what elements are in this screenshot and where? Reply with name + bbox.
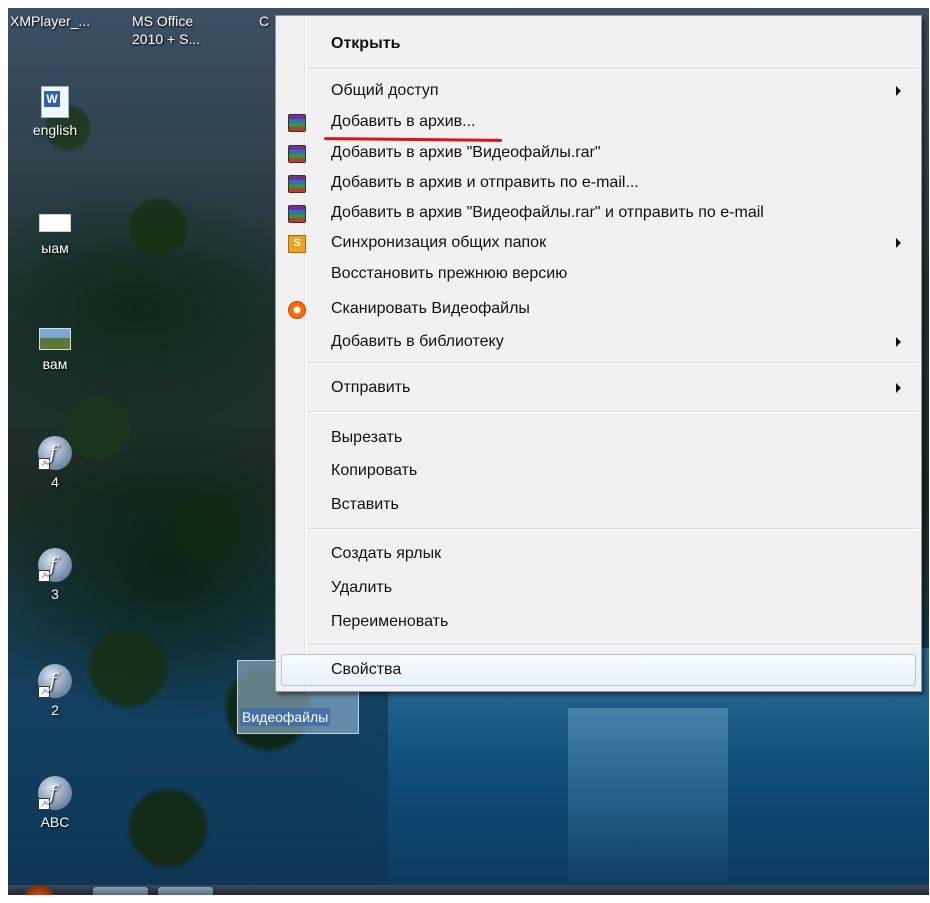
menu-separator xyxy=(308,411,918,413)
blank-file-icon xyxy=(39,214,71,232)
menu-item-label: Добавить в архив "Видеофайлы.rar" и отпр… xyxy=(331,204,764,221)
selected-folder-label[interactable]: Видеофайлы xyxy=(240,708,331,726)
menu-item-label: Копировать xyxy=(331,462,418,479)
menu-separator xyxy=(308,68,918,70)
menu-item-label: Удалить xyxy=(331,579,393,596)
desktop-icon-yam[interactable]: ыам xyxy=(20,208,90,256)
desktop-icon-label: ABC xyxy=(40,814,70,830)
taskbar-button[interactable] xyxy=(93,887,148,895)
menu-item-label: Создать ярлык xyxy=(331,545,442,562)
menu-item-delete[interactable]: Удалить xyxy=(276,574,921,602)
menu-item-add-to-archive[interactable]: Добавить в архив... xyxy=(276,108,921,136)
flash-shortcut-icon: ↗ xyxy=(38,436,72,470)
desktop-icon-label-msoffice[interactable]: MS Office xyxy=(132,12,193,30)
desktop-icon-3[interactable]: ↗ 3 xyxy=(20,548,90,602)
desktop-icon-label-partial[interactable]: C xyxy=(259,12,269,30)
menu-item-label: Добавить в архив "Видеофайлы.rar" xyxy=(331,144,601,161)
winrar-icon xyxy=(288,114,306,132)
shortcut-arrow-icon: ↗ xyxy=(38,570,50,582)
desktop-icon-label: ыам xyxy=(41,240,69,256)
menu-item-cut[interactable]: Вырезать xyxy=(276,424,921,452)
menu-item-restore-previous-version[interactable]: Восстановить прежнюю версию xyxy=(276,260,921,288)
menu-item-send-to[interactable]: Отправить xyxy=(276,374,921,402)
desktop-icon-english[interactable]: english xyxy=(20,86,90,138)
desktop-icon-label: вам xyxy=(42,356,68,372)
menu-item-scan[interactable]: Сканировать Видеофайлы xyxy=(276,295,921,323)
menu-item-open[interactable]: Открыть xyxy=(276,30,921,58)
menu-item-label: Восстановить прежнюю версию xyxy=(331,265,568,282)
antivirus-scan-icon xyxy=(288,301,306,319)
menu-item-label: Добавить в архив... xyxy=(331,113,476,130)
menu-item-share[interactable]: Общий доступ xyxy=(276,77,921,105)
submenu-arrow-icon xyxy=(896,86,901,96)
menu-item-label: Вставить xyxy=(331,496,399,513)
shortcut-arrow-icon: ↗ xyxy=(38,686,50,698)
word-document-icon xyxy=(41,86,69,118)
menu-item-named-archive-and-email[interactable]: Добавить в архив "Видеофайлы.rar" и отпр… xyxy=(276,199,921,227)
desktop-icon-label-msoffice-line2[interactable]: 2010 + S... xyxy=(132,30,200,48)
menu-item-paste[interactable]: Вставить xyxy=(276,491,921,519)
flash-shortcut-icon: ↗ xyxy=(38,664,72,698)
menu-item-label: Добавить в архив и отправить по e-mail..… xyxy=(331,174,639,191)
submenu-arrow-icon xyxy=(896,383,901,393)
menu-item-label: Сканировать Видеофайлы xyxy=(331,300,530,317)
image-file-icon xyxy=(39,328,71,350)
menu-separator xyxy=(308,528,918,530)
menu-item-label: Открыть xyxy=(331,35,401,52)
submenu-arrow-icon xyxy=(896,238,901,248)
desktop-icon-label-xmplayer[interactable]: XMPlayer_... xyxy=(10,12,90,30)
desktop-icon-4[interactable]: ↗ 4 xyxy=(20,436,90,490)
desktop-icon-vam[interactable]: вам xyxy=(20,322,90,372)
winrar-icon xyxy=(288,175,306,193)
menu-item-label: Свойства xyxy=(331,661,402,678)
menu-item-archive-and-email[interactable]: Добавить в архив и отправить по e-mail..… xyxy=(276,169,921,197)
flash-shortcut-icon: ↗ xyxy=(38,776,72,810)
desktop-icon-label: 4 xyxy=(51,474,59,490)
wallpaper-light xyxy=(568,708,728,895)
menu-item-label: Добавить в библиотеку xyxy=(331,333,504,350)
shortcut-arrow-icon: ↗ xyxy=(38,798,50,810)
menu-item-create-shortcut[interactable]: Создать ярлык xyxy=(276,540,921,568)
desktop-icon-label: english xyxy=(32,122,78,138)
menu-item-copy[interactable]: Копировать xyxy=(276,457,921,485)
menu-separator xyxy=(308,362,918,364)
desktop-icon-2[interactable]: ↗ 2 xyxy=(20,664,90,718)
menu-item-label: Общий доступ xyxy=(331,82,439,99)
menu-item-label: Переименовать xyxy=(331,613,449,630)
winrar-icon xyxy=(288,145,306,163)
desktop-icon-abc[interactable]: ↗ ABC xyxy=(20,776,90,830)
sync-icon: S xyxy=(288,235,306,253)
menu-item-add-to-named-archive[interactable]: Добавить в архив "Видеофайлы.rar" xyxy=(276,139,921,167)
menu-item-label: Синхронизация общих папок xyxy=(331,234,547,251)
menu-item-rename[interactable]: Переименовать xyxy=(276,608,921,636)
shortcut-arrow-icon: ↗ xyxy=(38,458,50,470)
taskbar-button[interactable] xyxy=(158,887,213,895)
submenu-arrow-icon xyxy=(896,337,901,347)
menu-item-label: Отправить xyxy=(331,379,411,396)
menu-item-sync-folders[interactable]: S Синхронизация общих папок xyxy=(276,229,921,257)
menu-item-properties[interactable]: Свойства xyxy=(276,656,921,684)
menu-separator xyxy=(308,644,918,646)
flash-shortcut-icon: ↗ xyxy=(38,548,72,582)
winrar-icon xyxy=(288,205,306,223)
desktop-icon-label: 3 xyxy=(51,586,59,602)
context-menu: Открыть Общий доступ Добавить в архив...… xyxy=(275,15,922,692)
menu-item-label: Вырезать xyxy=(331,429,403,446)
menu-item-add-to-library[interactable]: Добавить в библиотеку xyxy=(276,328,921,356)
desktop-icon-label: 2 xyxy=(51,702,59,718)
